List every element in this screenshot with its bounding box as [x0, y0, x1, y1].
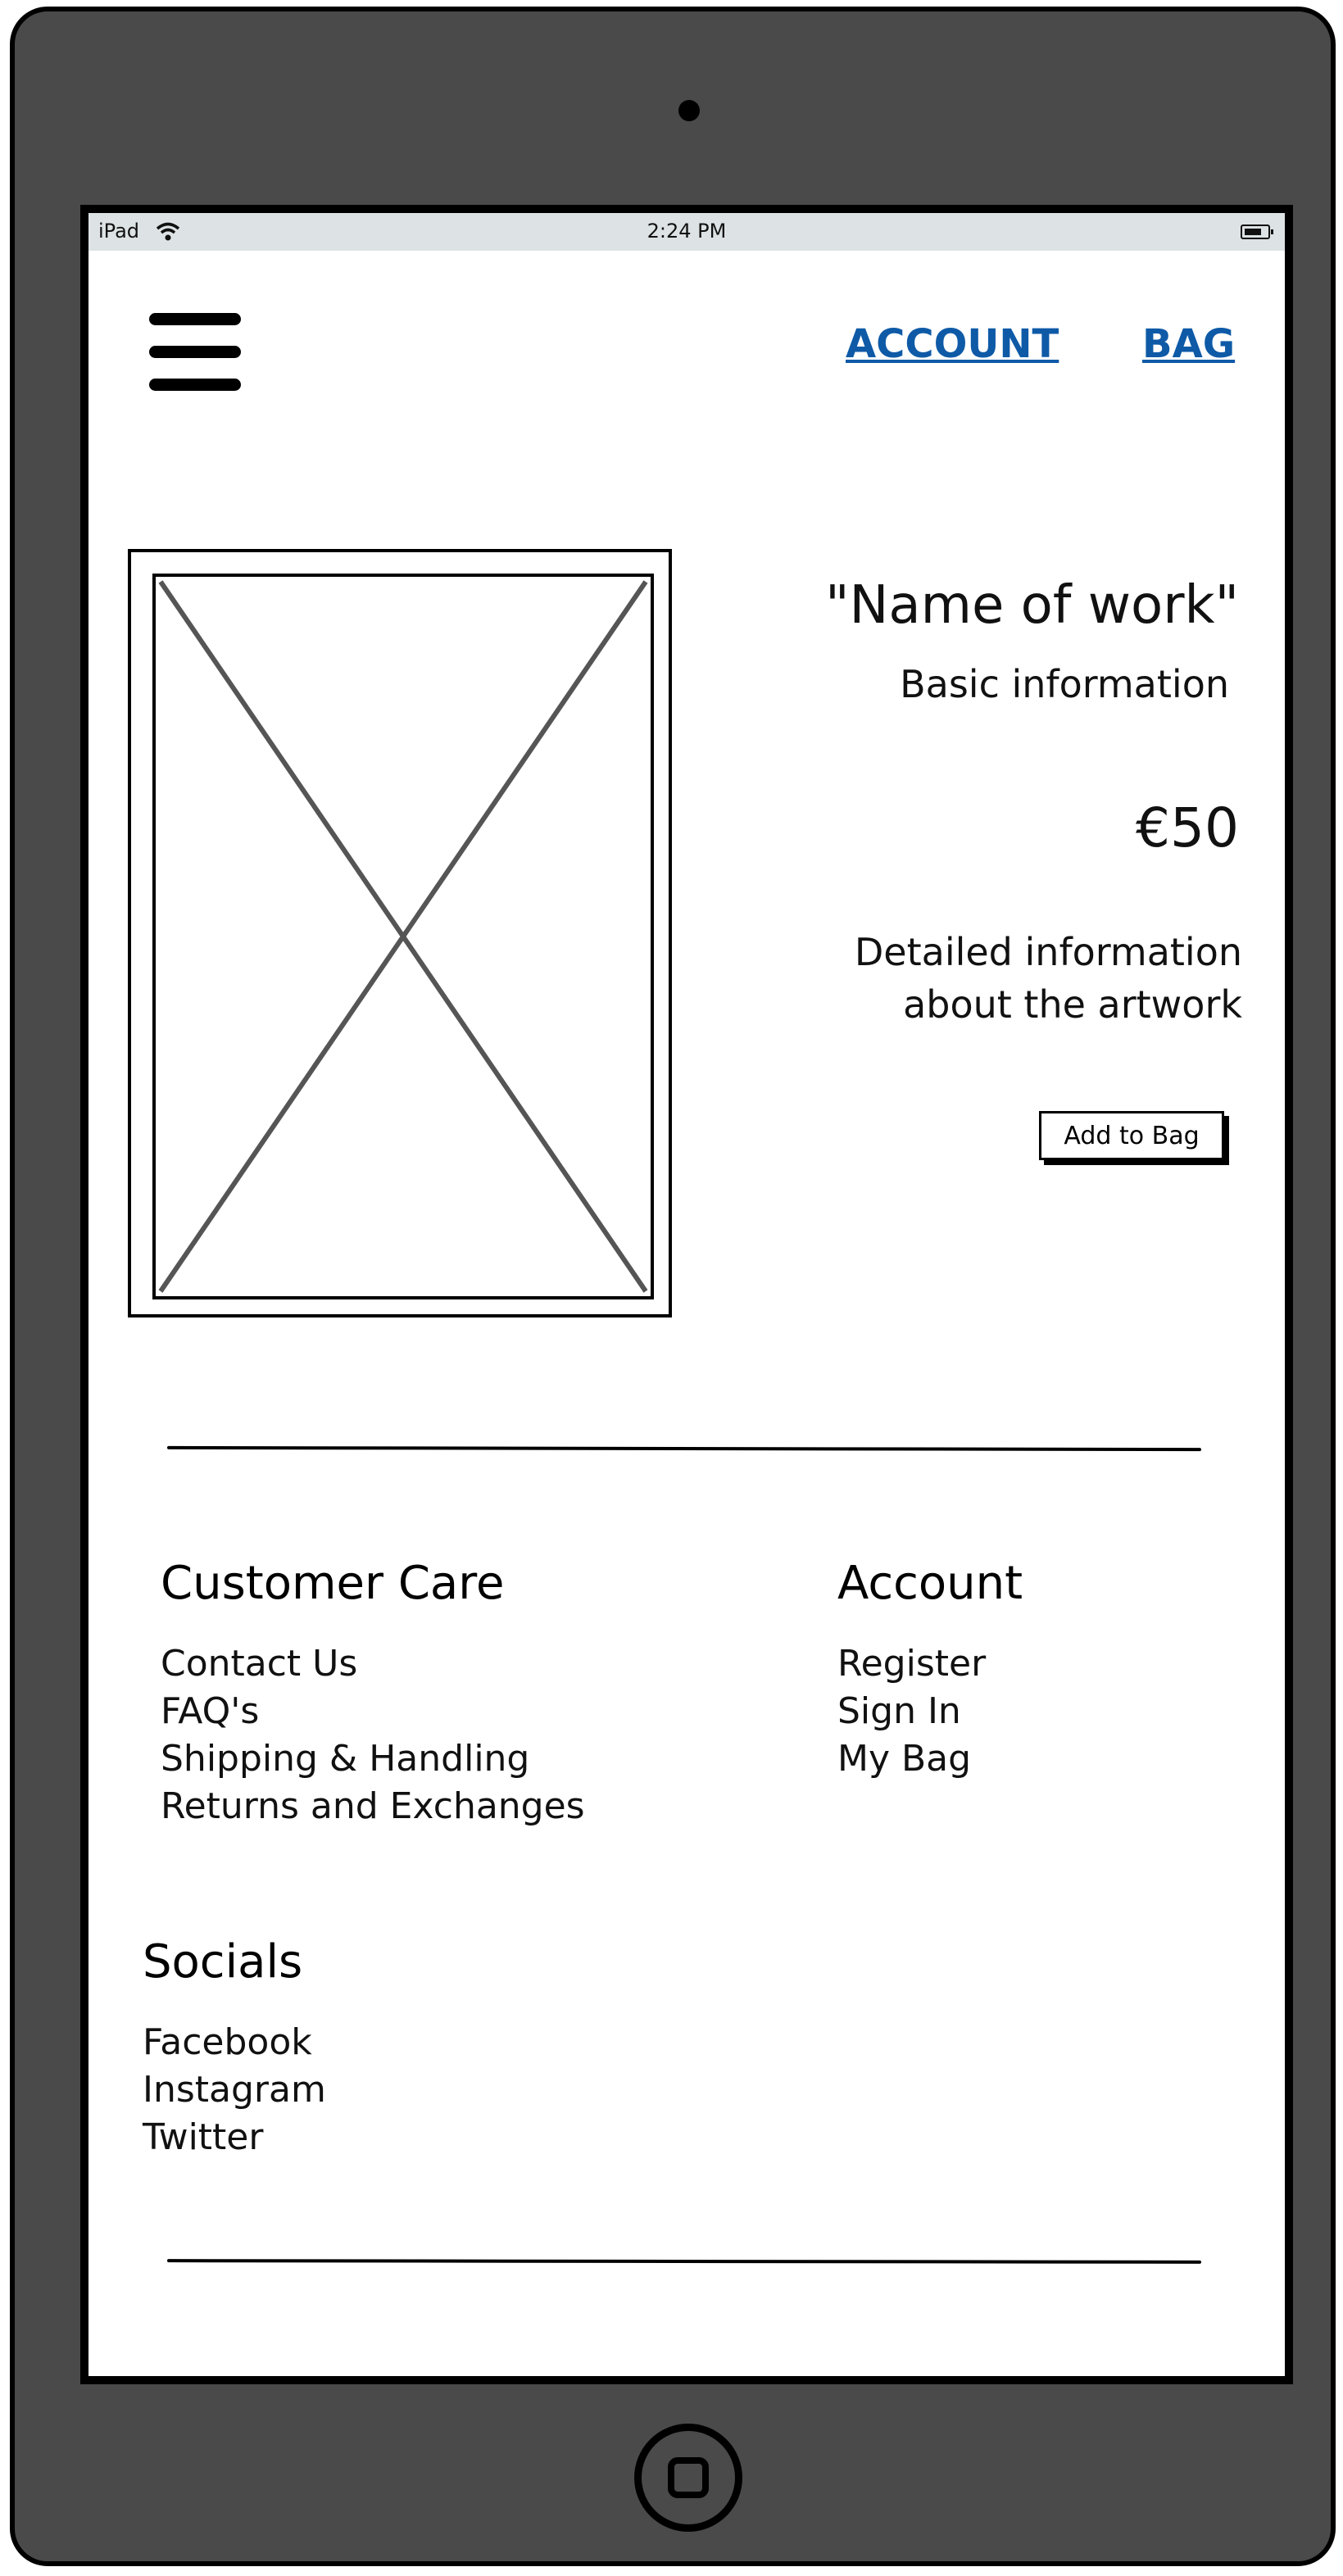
footer-link-twitter[interactable]: Twitter: [143, 2114, 326, 2161]
home-button-icon[interactable]: [634, 2424, 742, 2532]
socials-list: Facebook Instagram Twitter: [143, 2019, 326, 2161]
artwork-detail-line1: Detailed information: [854, 930, 1242, 974]
footer-link-sign-in[interactable]: Sign In: [837, 1688, 986, 1735]
footer-link-facebook[interactable]: Facebook: [143, 2019, 326, 2066]
socials-heading: Socials: [143, 1935, 303, 1989]
footer-link-returns[interactable]: Returns and Exchanges: [161, 1783, 585, 1830]
home-square-icon: [668, 2457, 709, 2498]
footer-link-register[interactable]: Register: [837, 1640, 986, 1688]
footer-link-shipping[interactable]: Shipping & Handling: [161, 1735, 585, 1783]
artwork-title: "Name of work": [825, 575, 1239, 636]
hamburger-menu-icon[interactable]: [149, 313, 241, 392]
artwork-basic-info: Basic information: [900, 662, 1229, 706]
image-placeholder-icon: [152, 574, 654, 1299]
ipad-device-frame: iPad 2:24 PM ACCOUNT BAG "Name of work" …: [10, 7, 1336, 2566]
artwork-price: €50: [1136, 796, 1239, 859]
status-bar: iPad 2:24 PM: [88, 213, 1285, 251]
account-list: Register Sign In My Bag: [837, 1640, 986, 1783]
add-to-bag-button[interactable]: Add to Bag: [1039, 1111, 1224, 1160]
screen: iPad 2:24 PM ACCOUNT BAG "Name of work" …: [80, 205, 1293, 2384]
customer-care-list: Contact Us FAQ's Shipping & Handling Ret…: [161, 1640, 585, 1830]
status-time: 2:24 PM: [647, 220, 727, 243]
account-heading: Account: [837, 1557, 1023, 1610]
customer-care-heading: Customer Care: [161, 1557, 505, 1610]
nav-account-link[interactable]: ACCOUNT: [846, 321, 1059, 367]
artwork-detail-line2: about the artwork: [903, 982, 1242, 1027]
battery-icon: [1241, 224, 1273, 239]
camera-icon: [678, 100, 700, 121]
artwork-image-frame: [128, 549, 672, 1317]
footer-link-my-bag[interactable]: My Bag: [837, 1735, 986, 1783]
divider: [166, 1445, 1202, 1452]
divider: [166, 2259, 1202, 2264]
nav-bag-link[interactable]: BAG: [1142, 321, 1235, 367]
footer-link-faqs[interactable]: FAQ's: [161, 1688, 585, 1735]
artwork-detail: Detailed information about the artwork: [718, 926, 1242, 1031]
footer-link-contact-us[interactable]: Contact Us: [161, 1640, 585, 1688]
footer-link-instagram[interactable]: Instagram: [143, 2066, 326, 2114]
